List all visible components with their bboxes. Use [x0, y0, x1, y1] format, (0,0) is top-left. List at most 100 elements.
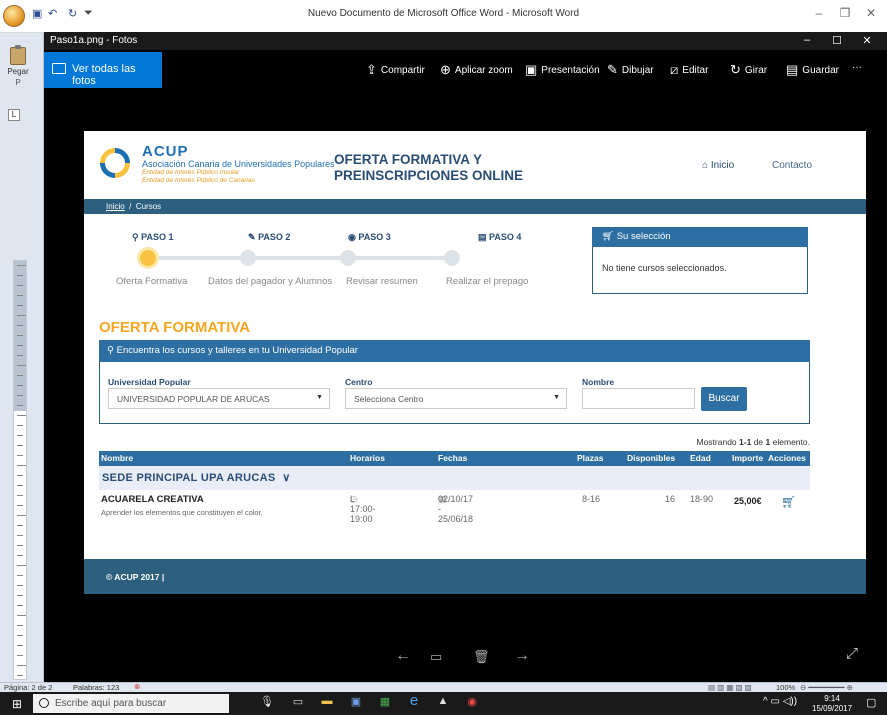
results-count: Mostrando 1-1 de 1 elemento.	[696, 437, 810, 447]
taskbar-search[interactable]: Escribe aquí para buscar	[33, 694, 229, 713]
ruler-tick	[17, 665, 26, 666]
windows-start-icon[interactable]: ⊞	[12, 697, 26, 711]
info-icon[interactable]: ▭	[430, 649, 442, 665]
view-buttons[interactable]: ▤ ▥ ▦ ▧ ▨	[708, 683, 752, 692]
nombre-input[interactable]	[582, 388, 695, 409]
chevron-down-icon: ▼	[553, 394, 560, 401]
nav-contacto-link[interactable]: Contacto	[772, 160, 812, 171]
breadcrumb: Inicio / Cursos	[84, 199, 866, 214]
paste-button[interactable]: Pegar P	[3, 45, 33, 91]
previous-arrow-icon[interactable]: ←	[395, 647, 411, 665]
nav-inicio-link[interactable]: ⌂ Inicio	[702, 160, 734, 171]
home-icon: ⌂	[702, 160, 709, 171]
course-edad: 18-90	[690, 494, 714, 504]
breadcrumb-current: Cursos	[135, 202, 162, 211]
file-explorer-icon[interactable]: ▬	[318, 695, 336, 712]
pencil-icon: ✎	[248, 232, 256, 242]
word-count[interactable]: Palabras: 123	[73, 683, 119, 692]
maximize-icon[interactable]: ❐	[834, 6, 856, 24]
ruler-tick	[17, 555, 23, 556]
edge-icon[interactable]: e	[405, 692, 423, 709]
site-header: ACUP Asociación Canaria de Universidades…	[84, 131, 866, 199]
excel-icon[interactable]: ▦	[376, 695, 394, 712]
microphone-icon[interactable]: 🎙︎	[258, 695, 276, 712]
ruler-tick	[17, 375, 23, 376]
ruler-tick	[17, 265, 26, 266]
zoom-button[interactable]: ⊕ Aplicar zoom	[440, 62, 513, 78]
rotate-button[interactable]: ↻ Girar	[730, 62, 767, 78]
group-title: SEDE PRINCIPAL UPA ARUCAS ∨	[102, 472, 291, 484]
photos-maximize-icon[interactable]: ☐	[822, 34, 852, 48]
ruler-tick	[17, 325, 23, 326]
step-2: ✎ PASO 2	[248, 232, 291, 242]
ruler-tick	[17, 515, 26, 516]
ruler-tick	[17, 575, 23, 576]
ruler-tick	[17, 525, 23, 526]
ruler-tick	[17, 295, 23, 296]
taskbar: ⊞ Escribe aquí para buscar 🎙︎ ▭ ▬ ▣ ▦ e …	[0, 692, 887, 715]
word-status-bar: Página: 2 de 2 Palabras: 123 ⊗ ▤ ▥ ▦ ▧ ▨…	[0, 682, 887, 692]
edit-button[interactable]: ⧄ Editar	[670, 62, 708, 78]
col-horarios[interactable]: Horarios	[350, 453, 385, 463]
site-heading: OFERTA FORMATIVA Y PREINSCRIPCIONES ONLIN…	[334, 152, 524, 183]
vertical-ruler[interactable]	[13, 260, 27, 680]
rotate-icon: ↻	[730, 62, 741, 77]
fullscreen-icon[interactable]: ⤢	[846, 645, 858, 662]
cortana-icon	[39, 698, 49, 708]
proofing-icon[interactable]: ⊗	[134, 682, 140, 691]
ruler-tick	[17, 565, 26, 566]
step-2-label: Datos del pagador y Alumnos	[208, 276, 333, 287]
col-acciones: Acciones	[768, 453, 806, 463]
brand-tagline: Entidad de Interés Público Insular Entida…	[142, 169, 255, 184]
ruler-tick	[17, 605, 23, 606]
search-panel-header: ⚲ Encuentra los cursos y talleres en tu …	[99, 340, 810, 362]
share-button[interactable]: ⇪ Compartir	[366, 62, 425, 78]
photos-minimize-icon[interactable]: –	[792, 34, 822, 48]
share-icon: ⇪	[366, 62, 377, 77]
zoom-slider[interactable]: ⊖ ━━━━━━━━ ⊕	[800, 683, 853, 692]
system-tray[interactable]: ^ ▭ ◁))	[763, 696, 797, 707]
ruler-tick	[17, 425, 23, 426]
add-to-cart-icon[interactable]: 🛒︎	[781, 495, 796, 509]
clipboard-icon	[10, 45, 26, 65]
centro-select[interactable]: Selecciona Centro ▼	[345, 388, 567, 409]
ruler-tick	[17, 365, 26, 366]
nombre-label: Nombre	[582, 377, 615, 387]
photos-close-icon[interactable]: ✕	[852, 34, 882, 48]
col-fechas[interactable]: Fechas	[438, 453, 467, 463]
photos-taskbar-icon[interactable]: ▲	[434, 695, 452, 712]
ruler-tick	[17, 545, 23, 546]
col-disponibles[interactable]: Disponibles	[627, 453, 675, 463]
clock[interactable]: 9:14 15/09/2017	[812, 694, 852, 714]
breadcrumb-home-link[interactable]: Inicio	[106, 202, 125, 211]
step-1: ⚲ PASO 1	[132, 232, 174, 242]
slideshow-button[interactable]: ▣ Presentación	[525, 62, 600, 78]
search-button[interactable]: Buscar	[701, 387, 747, 411]
col-edad[interactable]: Edad	[690, 453, 711, 463]
task-view-icon[interactable]: ▭	[289, 695, 307, 712]
tab-selector[interactable]: L	[8, 109, 20, 121]
see-all-photos-button[interactable]: Ver todas las fotos	[44, 52, 162, 88]
next-arrow-icon[interactable]: →	[514, 647, 530, 665]
outlook-icon[interactable]: ▣	[347, 695, 365, 712]
col-plazas[interactable]: Plazas	[577, 453, 603, 463]
more-options-icon[interactable]: ···	[852, 62, 862, 78]
col-nombre[interactable]: Nombre	[101, 453, 133, 463]
universidad-select[interactable]: UNIVERSIDAD POPULAR DE ARUCAS ▼	[108, 388, 330, 409]
chevron-down-icon: ∨	[282, 472, 291, 484]
minimize-icon[interactable]: –	[808, 6, 830, 24]
zoom-level[interactable]: 100%	[776, 683, 795, 692]
notifications-icon[interactable]: ▢	[866, 696, 876, 709]
save-photo-button[interactable]: ▤ Guardar	[786, 62, 839, 78]
draw-button[interactable]: ✎ Dibujar	[607, 62, 654, 78]
close-icon[interactable]: ✕	[860, 6, 882, 24]
col-importe[interactable]: Importe	[732, 453, 763, 463]
ruler-tick	[17, 585, 23, 586]
delete-icon[interactable]: 🗑︎	[473, 649, 490, 665]
page-count[interactable]: Página: 2 de 2	[4, 683, 52, 692]
chrome-icon[interactable]: ◉	[463, 695, 481, 712]
course-name[interactable]: ACUARELA CREATIVA	[101, 494, 204, 505]
group-row[interactable]: SEDE PRINCIPAL UPA ARUCAS ∨	[99, 466, 810, 490]
chevron-down-icon: ▼	[316, 394, 323, 401]
step-4-dot	[444, 250, 460, 266]
